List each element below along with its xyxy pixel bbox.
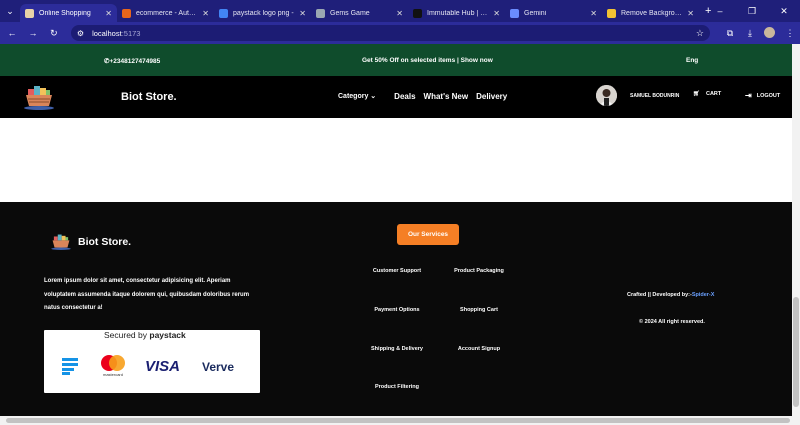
copyright: © 2024 All right reserved.: [639, 319, 705, 325]
tab-title: Remove Background: [621, 9, 684, 17]
main-nav: Biot Store. Category ⌄ Deals What's New …: [0, 76, 792, 118]
service-payment-options[interactable]: Payment Options: [357, 307, 437, 313]
browser-tab[interactable]: Gemini ✕: [505, 4, 602, 22]
tab-search-icon[interactable]: ⌄: [0, 0, 20, 22]
web-page: ✆+2348127474985 Get 50% Off on selected …: [0, 44, 792, 416]
paystack-logo-icon: [62, 358, 78, 375]
cart-link[interactable]: 🛒︎ CART: [693, 91, 721, 97]
tab-favicon-icon: [122, 8, 131, 18]
tab-title: ecommerce - Authen: [136, 9, 199, 17]
tab-close-icon[interactable]: ✕: [590, 9, 597, 18]
extensions-icon[interactable]: ⧉: [720, 28, 740, 39]
nav-links: Category ⌄ Deals What's New Delivery: [338, 92, 507, 101]
tab-favicon-icon: [413, 8, 422, 18]
logout-link[interactable]: ⇥ LOGOUT: [745, 91, 780, 100]
horizontal-scroll-thumb[interactable]: [6, 418, 790, 423]
footer-brand-name: Biot Store.: [78, 236, 132, 248]
promo-offer[interactable]: Get 50% Off on selected items | Show now: [362, 57, 493, 64]
visa-logo: VISA: [145, 358, 181, 375]
window-controls: – ❐ ✕: [704, 0, 800, 22]
developer-link[interactable]: Spider-X: [692, 292, 715, 298]
cart-icon: 🛒︎: [693, 91, 700, 97]
download-icon[interactable]: ⤓: [740, 28, 760, 39]
service-account-signup[interactable]: Account Signup: [439, 346, 519, 352]
tab-title: paystack logo png -: [233, 9, 294, 17]
address-bar[interactable]: ⚙ localhost:5173 ☆: [70, 25, 710, 41]
browser-toolbar: ← → ↻ ⚙ localhost:5173 ☆ ⧉ ⤓ ⋮: [0, 22, 800, 44]
tab-favicon-icon: [25, 8, 34, 18]
service-shipping-delivery[interactable]: Shipping & Delivery: [357, 346, 437, 352]
tab-title: Immutable Hub | We: [427, 9, 490, 17]
browser-tab[interactable]: ecommerce - Authen ✕: [117, 4, 214, 22]
user-name[interactable]: SAMUEL BODUNRIN: [630, 93, 679, 99]
service-customer-support[interactable]: Customer Support: [357, 268, 437, 274]
tab-close-icon[interactable]: ✕: [396, 9, 403, 18]
promo-bar: ✆+2348127474985 Get 50% Off on selected …: [0, 44, 792, 76]
browser-tab[interactable]: paystack logo png - ✕: [214, 4, 311, 22]
nav-link-deals[interactable]: Deals: [394, 92, 415, 101]
browser-tab-bar: ⌄ Online Shopping ✕ ecommerce - Authen ✕ pay…: [0, 0, 800, 22]
brand-name[interactable]: Biot Store.: [121, 91, 177, 103]
user-avatar[interactable]: [596, 85, 617, 106]
tab-list: Online Shopping ✕ ecommerce - Authen ✕ payst…: [20, 0, 699, 22]
tab-close-icon[interactable]: ✕: [687, 9, 694, 18]
tab-close-icon[interactable]: ✕: [299, 9, 306, 18]
verve-logo: Verve: [202, 360, 235, 374]
url-text: localhost:5173: [92, 28, 141, 38]
developer-credit: Crafted || Developed by:-Spider-X: [627, 292, 715, 298]
tab-favicon-icon: [510, 8, 519, 18]
tab-close-icon[interactable]: ✕: [202, 9, 209, 18]
browser-tab[interactable]: Remove Background ✕: [602, 4, 699, 22]
browser-tab[interactable]: Gems Game ✕: [311, 4, 408, 22]
back-icon[interactable]: ←: [3, 28, 21, 38]
footer-description: Lorem ipsum dolor sit amet, consectetur …: [44, 278, 250, 311]
tab-close-icon[interactable]: ✕: [105, 9, 112, 18]
footer: Biot Store. Lorem ipsum dolor sit amet, …: [0, 202, 792, 416]
chevron-down-icon: ⌄: [370, 93, 377, 100]
tab-title: Gems Game: [330, 9, 370, 17]
service-shopping-cart[interactable]: Shopping Cart: [439, 307, 519, 313]
browser-tab[interactable]: Immutable Hub | We ✕: [408, 4, 505, 22]
secured-by-label: Secured by paystack: [104, 330, 186, 340]
reload-icon[interactable]: ↻: [45, 28, 63, 39]
nav-link-whats-new[interactable]: What's New: [424, 92, 469, 101]
our-services-button[interactable]: Our Services: [397, 224, 459, 245]
forward-icon[interactable]: →: [24, 28, 42, 38]
paystack-wordmark: paystack: [149, 330, 186, 340]
service-product-packaging[interactable]: Product Packaging: [439, 268, 519, 274]
tab-favicon-icon: [316, 8, 325, 18]
tab-title: Online Shopping: [39, 9, 91, 17]
tab-favicon-icon: [607, 8, 616, 18]
close-window-icon[interactable]: ✕: [768, 6, 800, 17]
category-dropdown[interactable]: Category ⌄: [338, 92, 376, 101]
mastercard-logo-icon: mastercard: [101, 355, 125, 377]
phone-number: ✆+2348127474985: [104, 58, 161, 65]
store-logo[interactable]: [22, 81, 56, 111]
bookmark-star-icon[interactable]: ☆: [696, 28, 704, 39]
nav-link-delivery[interactable]: Delivery: [476, 92, 507, 101]
logout-icon: ⇥: [745, 91, 752, 100]
footer-store-logo: [51, 234, 71, 251]
browser-tab[interactable]: Online Shopping ✕: [20, 4, 117, 22]
payment-badge: Secured by paystack mastercard VISA Verv…: [44, 330, 260, 393]
service-product-filtering[interactable]: Product Filtering: [357, 384, 437, 390]
tab-favicon-icon: [219, 8, 228, 18]
mastercard-text: mastercard: [103, 372, 123, 377]
tab-title: Gemini: [524, 9, 547, 17]
site-info-icon[interactable]: ⚙: [77, 29, 84, 38]
profile-avatar-icon[interactable]: [760, 26, 780, 40]
minimize-icon[interactable]: –: [704, 6, 736, 16]
browser-menu-icon[interactable]: ⋮: [780, 28, 800, 39]
tab-close-icon[interactable]: ✕: [493, 9, 500, 18]
language-select[interactable]: Eng: [686, 57, 698, 64]
user-photo: [596, 85, 617, 106]
restore-icon[interactable]: ❐: [736, 6, 768, 17]
vertical-scroll-thumb[interactable]: [793, 297, 799, 407]
